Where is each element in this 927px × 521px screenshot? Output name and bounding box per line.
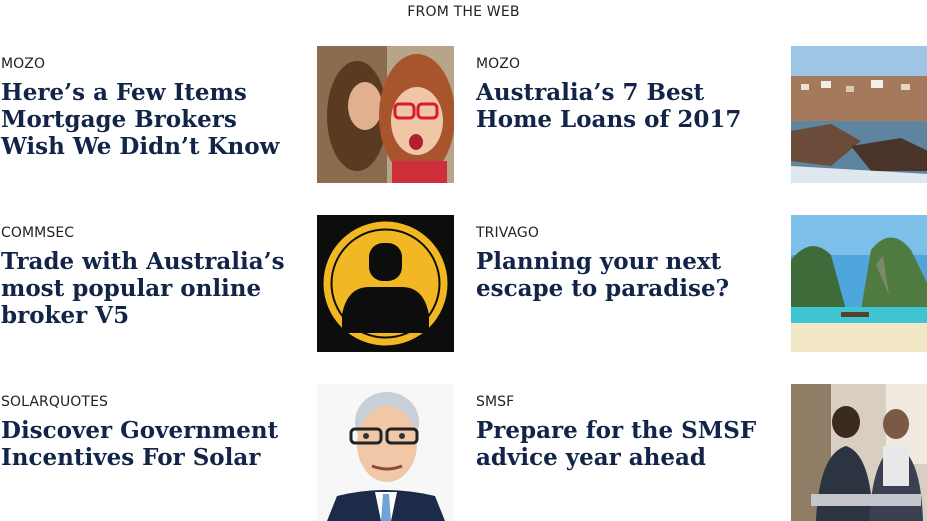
card-title[interactable]: Discover Government Incentives For Solar [1, 417, 291, 471]
card-source: SMSF [476, 394, 515, 410]
card-title[interactable]: Prepare for the SMSF advice year ahead [476, 417, 766, 471]
tropical-beach-photo-icon[interactable] [791, 215, 927, 352]
section-title: FROM THE WEB [407, 4, 520, 20]
card-title[interactable]: Here’s a Few Items Mortgage Brokers Wish… [1, 79, 291, 160]
couple-meeting-photo-icon[interactable] [791, 384, 927, 521]
whispering-women-photo-icon[interactable] [317, 46, 454, 183]
card-title[interactable]: Trade with Australia’s most popular onli… [1, 248, 291, 329]
card-source: TRIVAGO [476, 225, 539, 241]
article-card-trivago[interactable]: TRIVAGO Planning your next escape to par… [476, 215, 927, 352]
card-source: MOZO [476, 56, 521, 72]
coastal-town-photo-icon[interactable] [791, 46, 927, 183]
article-card-smsf[interactable]: SMSF Prepare for the SMSF advice year ah… [476, 384, 927, 521]
article-card-home-loans[interactable]: MOZO Australia’s 7 Best Home Loans of 20… [476, 46, 927, 183]
card-title[interactable]: Australia’s 7 Best Home Loans of 2017 [476, 79, 766, 133]
article-card-mortgage-brokers[interactable]: MOZO Here’s a Few Items Mortgage Brokers… [1, 46, 455, 183]
card-source: MOZO [1, 56, 46, 72]
politician-caricature-icon[interactable] [317, 384, 454, 521]
article-card-commsec[interactable]: COMMSEC Trade with Australia’s most popu… [1, 215, 455, 352]
card-source: SOLARQUOTES [1, 394, 109, 410]
card-source: COMMSEC [1, 225, 75, 241]
article-card-solarquotes[interactable]: SOLARQUOTES Discover Government Incentiv… [1, 384, 455, 521]
user-avatar-logo-icon[interactable] [317, 215, 454, 352]
card-title[interactable]: Planning your next escape to paradise? [476, 248, 766, 302]
